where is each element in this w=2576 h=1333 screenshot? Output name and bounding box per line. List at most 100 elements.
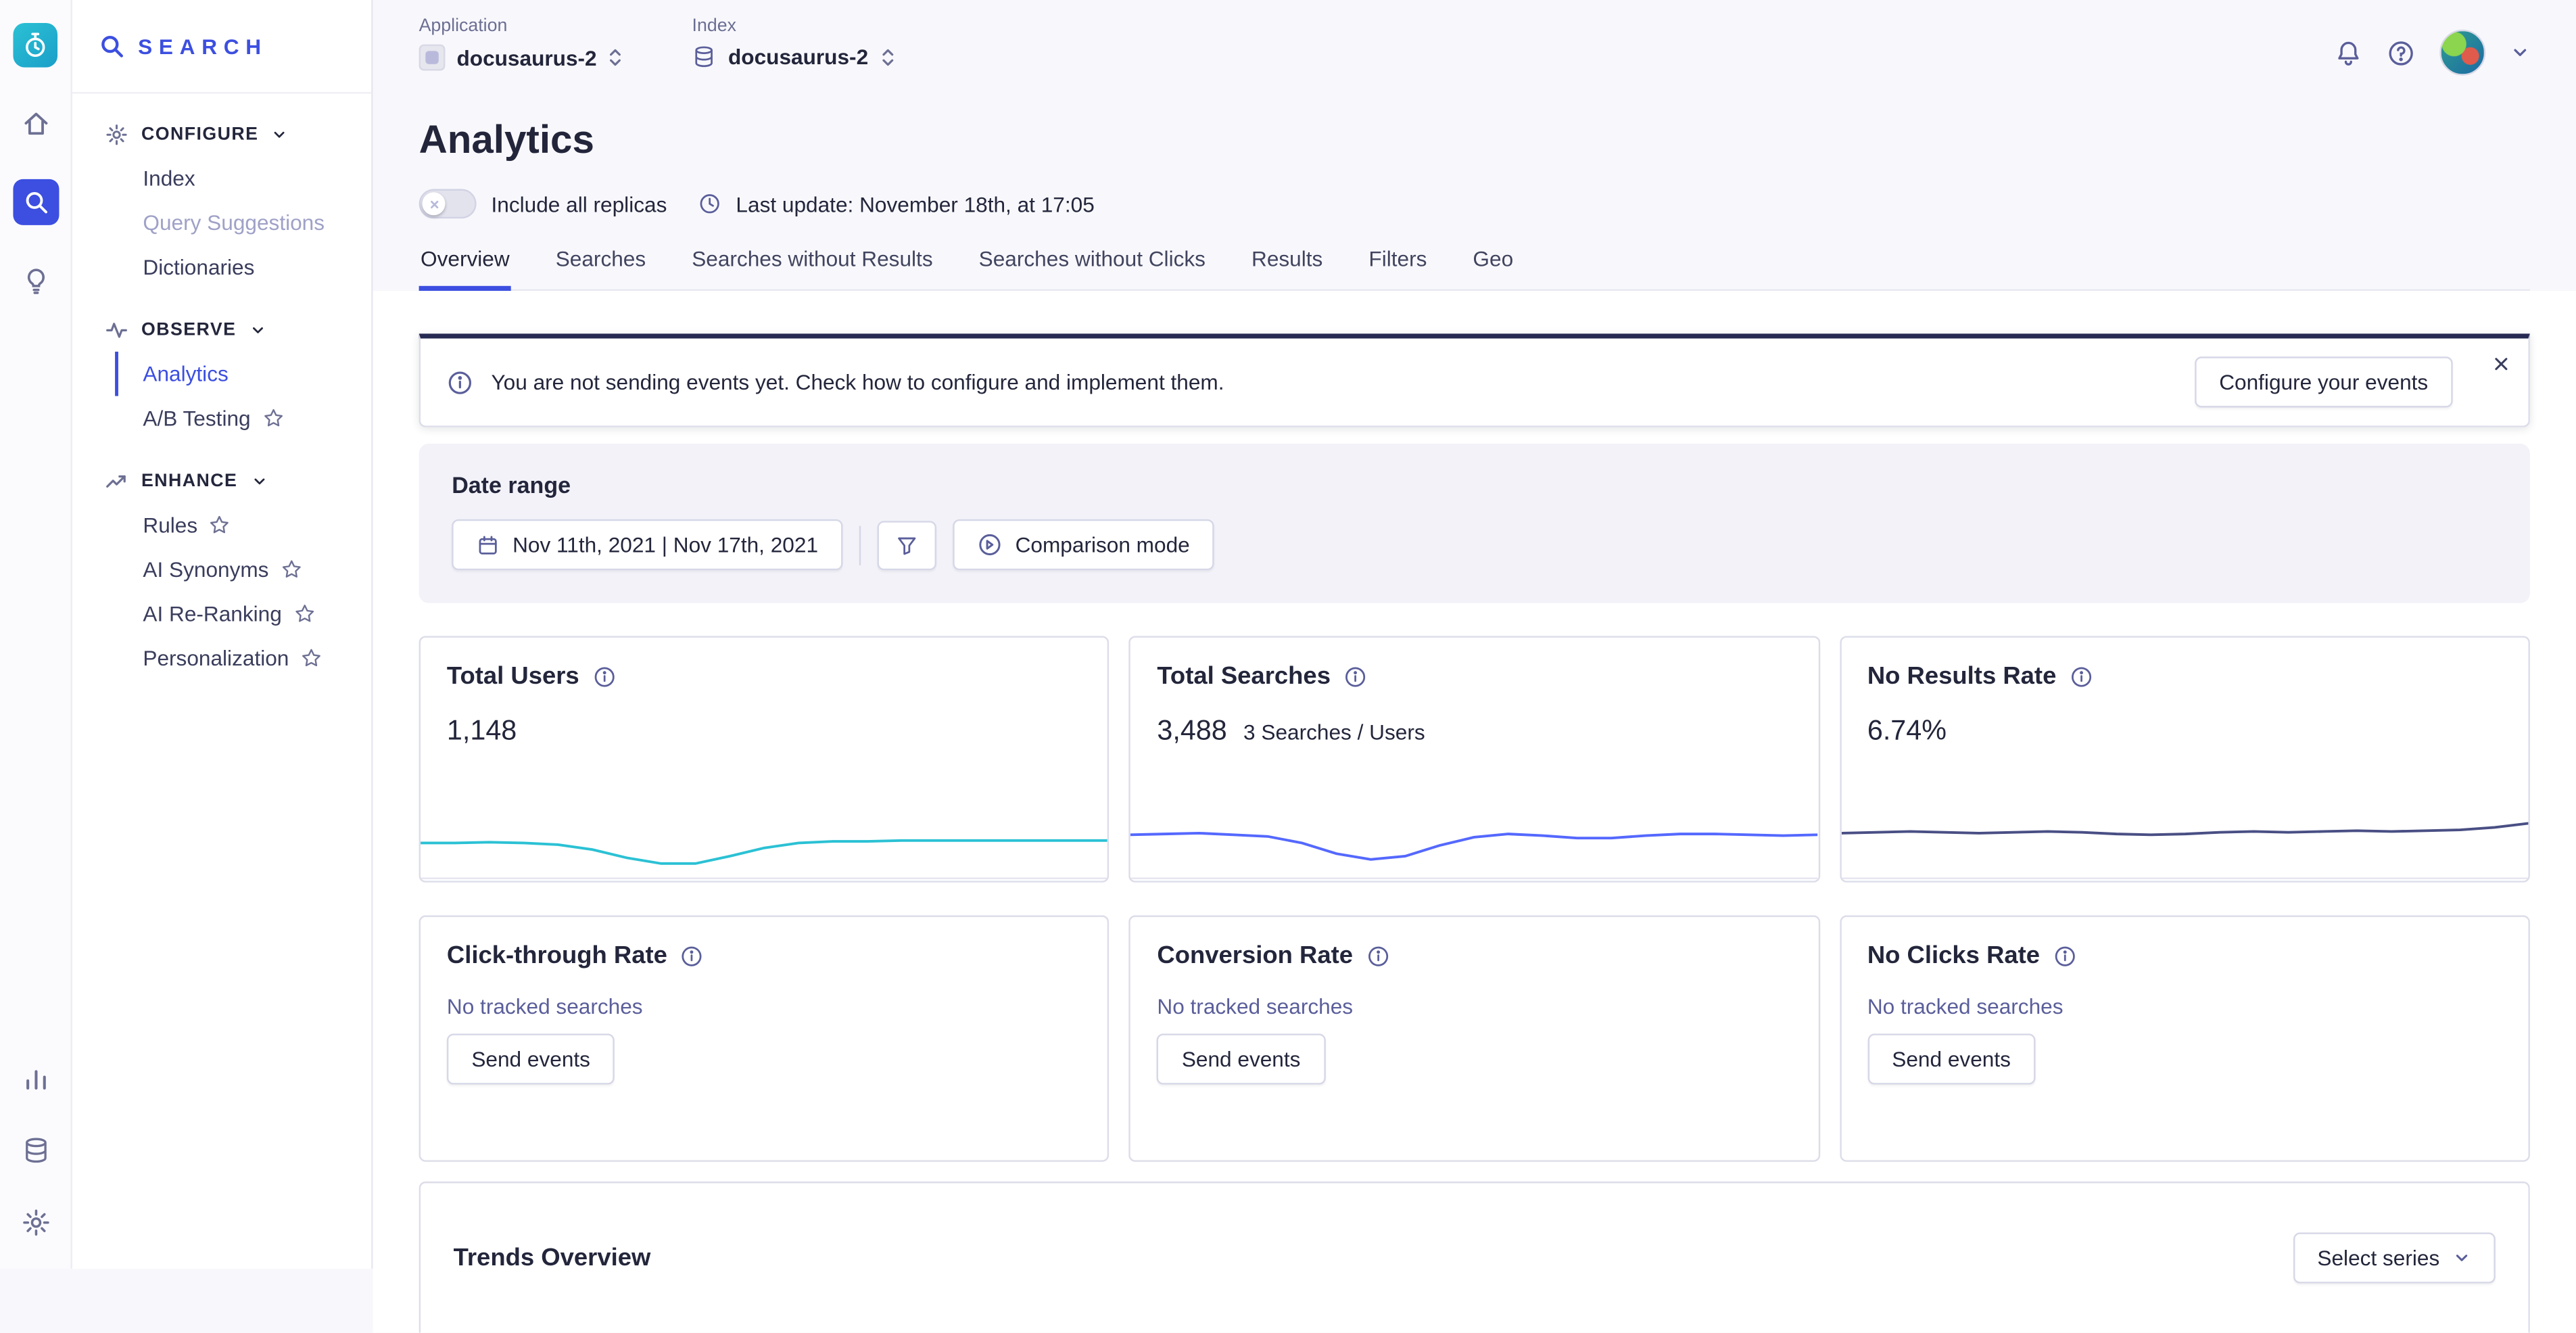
sidebar-item-analytics[interactable]: Analytics	[115, 352, 371, 396]
star-icon[interactable]	[293, 603, 315, 625]
tab-searches-without-clicks[interactable]: Searches without Clicks	[977, 246, 1207, 289]
gear-icon[interactable]	[12, 1200, 58, 1246]
section-label: OBSERVE	[141, 321, 236, 340]
sidebar-item-ab-testing[interactable]: A/B Testing	[115, 396, 371, 441]
sidebar-item-label: AI Synonyms	[143, 557, 268, 582]
chevron-down-icon[interactable]	[2510, 43, 2530, 62]
configure-events-button[interactable]: Configure your events	[2195, 356, 2453, 407]
select-caret-icon	[880, 45, 895, 68]
metric-card-no-results-rate: No Results Rate 6.74%	[1840, 636, 2530, 882]
metric-value: 1,148	[447, 715, 517, 748]
gear-icon	[105, 123, 128, 146]
info-icon[interactable]	[2053, 944, 2076, 967]
tab-searches-without-results[interactable]: Searches without Results	[690, 246, 934, 289]
info-icon[interactable]	[1343, 665, 1366, 688]
help-icon[interactable]	[2387, 39, 2414, 66]
sidebar-nav: CONFIGURE Index Query Suggestions Dictio…	[72, 93, 371, 680]
no-results-rate-sparkline	[1841, 794, 2528, 881]
info-icon[interactable]	[2070, 665, 2093, 688]
clock-icon	[698, 192, 721, 215]
info-icon[interactable]	[1366, 944, 1389, 967]
total-users-sparkline	[421, 794, 1107, 881]
star-icon[interactable]	[262, 408, 284, 429]
include-replicas-label: Include all replicas	[492, 191, 667, 216]
comparison-mode-button[interactable]: Comparison mode	[953, 519, 1214, 570]
include-replicas-toggle[interactable]	[419, 189, 477, 218]
calendar-icon	[477, 533, 500, 556]
sidebar-item-index[interactable]: Index	[115, 156, 371, 201]
metric-card-conversion-rate: Conversion Rate No tracked searches Send…	[1129, 915, 1819, 1161]
metric-title: No Clicks Rate	[1867, 941, 2040, 969]
tab-overview[interactable]: Overview	[419, 246, 512, 289]
info-icon[interactable]	[592, 665, 615, 688]
tab-results[interactable]: Results	[1250, 246, 1325, 289]
chevron-down-icon	[272, 126, 288, 143]
star-icon[interactable]	[209, 515, 231, 536]
tab-searches[interactable]: Searches	[554, 246, 647, 289]
date-range-picker[interactable]: Nov 11th, 2021 | Nov 17th, 2021	[452, 519, 842, 570]
metric-title: Click-through Rate	[447, 941, 667, 969]
divider	[859, 525, 861, 564]
metric-caption: 3 Searches / Users	[1243, 720, 1425, 744]
sidebar-header-enhance[interactable]: ENHANCE	[72, 470, 371, 503]
timer-app-icon[interactable]	[13, 23, 57, 68]
search-logo-icon	[99, 33, 125, 60]
bell-icon[interactable]	[2335, 39, 2362, 66]
metric-card-total-users: Total Users 1,148	[419, 636, 1110, 882]
sidebar-header-observe[interactable]: OBSERVE	[72, 319, 371, 352]
send-events-button[interactable]: Send events	[1867, 1033, 2036, 1084]
sidebar-section-enhance: ENHANCE Rules AI Synonyms	[72, 440, 371, 680]
sidebar-item-ai-synonyms[interactable]: AI Synonyms	[115, 547, 371, 592]
toggle-knob	[422, 192, 445, 215]
index-stack-icon	[692, 45, 717, 69]
metric-card-click-through-rate: Click-through Rate No tracked searches S…	[419, 915, 1110, 1161]
search-product-icon[interactable]	[12, 179, 58, 225]
sidebar-item-personalization[interactable]: Personalization	[115, 636, 371, 680]
star-icon[interactable]	[281, 559, 302, 580]
sidebar-item-ai-re-ranking[interactable]: AI Re-Ranking	[115, 592, 371, 636]
application-select[interactable]: docusaurus-2	[419, 45, 623, 71]
sidebar-item-query-suggestions[interactable]: Query Suggestions	[115, 200, 371, 245]
search-logo-text: SEARCH	[138, 34, 268, 58]
metric-value: 6.74%	[1867, 715, 1947, 748]
star-icon[interactable]	[300, 647, 322, 669]
database-icon[interactable]	[12, 1127, 58, 1173]
home-icon[interactable]	[12, 100, 58, 146]
section-label: CONFIGURE	[141, 125, 259, 145]
date-range-value: Nov 11th, 2021 | Nov 17th, 2021	[512, 532, 818, 557]
page-title: Analytics	[419, 118, 2530, 164]
sidebar-section-observe: OBSERVE Analytics A/B Testing	[72, 289, 371, 441]
sidebar-header-configure[interactable]: CONFIGURE	[72, 123, 371, 156]
close-icon[interactable]	[2489, 352, 2513, 376]
metric-card-no-clicks-rate: No Clicks Rate No tracked searches Send …	[1840, 915, 2530, 1161]
sidebar-item-label: Query Suggestions	[143, 210, 325, 235]
avatar[interactable]	[2439, 30, 2485, 76]
metric-card-total-searches: Total Searches 3,488 3 Searches / Users	[1129, 636, 1819, 882]
rail-bottom	[12, 1055, 58, 1246]
select-series-dropdown[interactable]: Select series	[2293, 1232, 2496, 1283]
info-icon[interactable]	[680, 944, 703, 967]
analytics-tabs: Overview Searches Searches without Resul…	[419, 246, 2530, 291]
tab-filters[interactable]: Filters	[1367, 246, 1429, 289]
date-range-panel: Date range Nov 11th, 2021 | Nov 17th, 20…	[419, 444, 2530, 603]
sidebar-item-label: AI Re-Ranking	[143, 601, 281, 626]
send-events-button[interactable]: Send events	[1157, 1033, 1325, 1084]
metric-cards-row-2: Click-through Rate No tracked searches S…	[419, 915, 2530, 1161]
bar-chart-icon[interactable]	[12, 1055, 58, 1101]
application-label: Application	[419, 16, 623, 36]
tab-geo[interactable]: Geo	[1471, 246, 1515, 289]
metric-title: Total Searches	[1157, 662, 1331, 690]
page-meta-row: Include all replicas Last update: Novemb…	[419, 189, 2530, 218]
send-events-button[interactable]: Send events	[447, 1033, 615, 1084]
lightbulb-icon[interactable]	[12, 258, 58, 304]
sidebar: SEARCH CONFIGURE Index	[72, 0, 373, 1269]
sidebar-item-rules[interactable]: Rules	[115, 503, 371, 548]
metric-title: Total Users	[447, 662, 579, 690]
index-select[interactable]: docusaurus-2	[692, 45, 895, 69]
application-value: docusaurus-2	[456, 45, 596, 70]
filter-button[interactable]	[878, 520, 936, 569]
index-select-group: Index docusaurus-2	[692, 16, 895, 69]
topbar-right	[2335, 16, 2530, 75]
index-label: Index	[692, 16, 895, 36]
sidebar-item-dictionaries[interactable]: Dictionaries	[115, 245, 371, 289]
